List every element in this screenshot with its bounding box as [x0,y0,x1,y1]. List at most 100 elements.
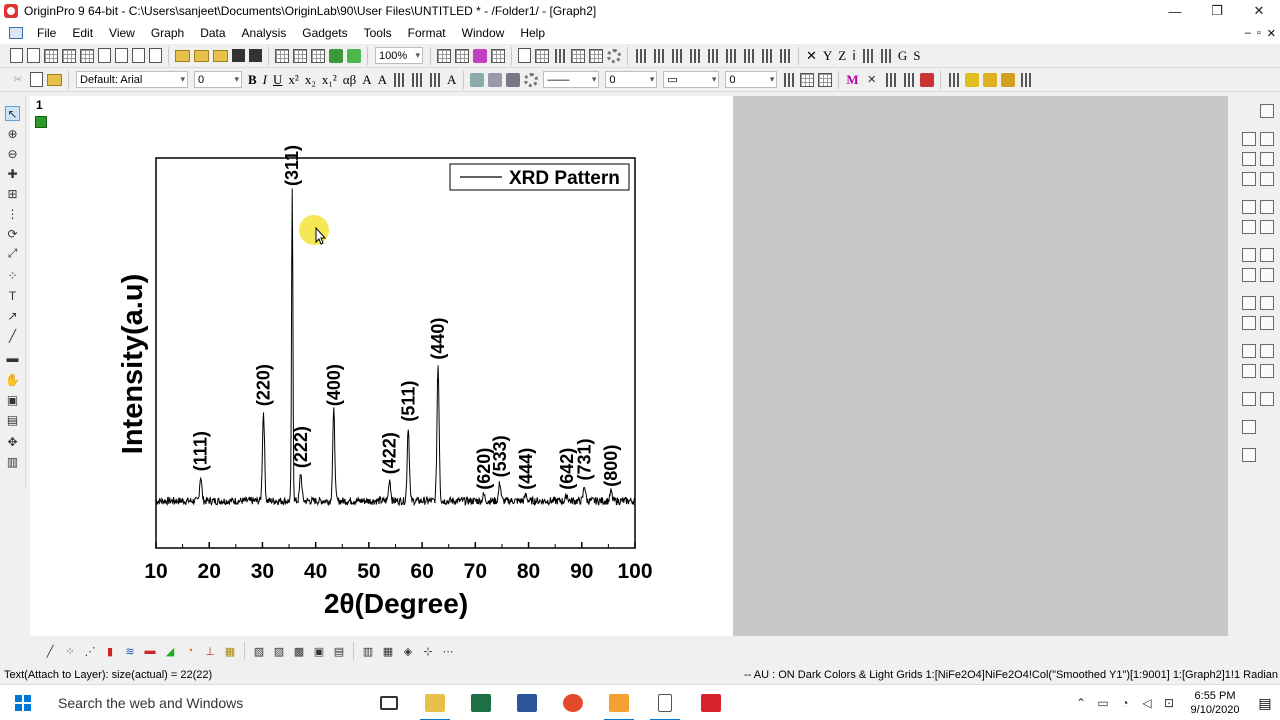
ime-icon[interactable]: ⊡ [1158,696,1180,710]
pattern-color-icon[interactable] [488,72,503,87]
line-symbol-graph-icon[interactable]: ⋰ [82,643,98,659]
set-error-icon[interactable]: ⅰ [852,48,856,64]
font-select[interactable]: Default: Arial [76,71,188,88]
swap-icon[interactable] [901,72,916,87]
ungroup-icon[interactable] [1018,72,1033,87]
color-scale-icon[interactable] [1260,316,1274,330]
peak-label[interactable]: (444) [516,448,536,490]
battery-icon[interactable]: ▭ [1092,696,1114,710]
add-table-icon[interactable] [1242,344,1256,358]
open-excel-icon[interactable] [213,49,228,62]
disable-mask-icon[interactable] [919,72,934,87]
italic-icon[interactable]: I [263,72,267,88]
menu-data[interactable]: Data [192,22,233,44]
break-icon[interactable] [1242,296,1256,310]
arrange-layers-icon[interactable] [1242,220,1256,234]
new-graph-icon[interactable] [80,48,94,63]
clock-icon[interactable] [1242,392,1256,406]
y-axis-label[interactable]: Intensity(a.u) [117,274,149,454]
mask-points-icon[interactable]: ▣ [5,392,20,407]
sup-sub-icon[interactable]: x₁² [322,72,337,88]
image-plot-icon[interactable]: ▥ [360,643,376,659]
smart-hint-icon[interactable] [589,48,603,63]
date-time-icon[interactable] [1260,344,1274,358]
border-style-select[interactable]: ▭ [663,71,720,88]
3d-surface-icon[interactable]: ▨ [271,643,287,659]
fill-color-icon[interactable] [470,72,485,87]
menu-help[interactable]: Help [512,22,553,44]
expand-icon[interactable] [1242,420,1256,434]
set-subject-icon[interactable]: S [913,48,920,64]
scatter-plot-icon[interactable] [724,48,738,63]
bar-graph-icon[interactable]: ▬ [142,643,158,659]
new-project-icon[interactable] [10,48,23,63]
peak-label[interactable]: (422) [380,432,400,474]
pie-chart-icon[interactable]: ◔ [182,643,198,659]
arrow-tool-icon[interactable]: ↗ [5,308,20,323]
new-excel-icon[interactable] [62,48,76,63]
new-legend-icon[interactable] [1242,316,1256,330]
taskbar-file-explorer[interactable] [412,685,458,720]
menu-format[interactable]: Format [400,22,454,44]
table-icon[interactable] [818,72,833,87]
mask-range-icon[interactable] [883,72,898,87]
merge-icon[interactable] [1242,200,1256,214]
underline-icon[interactable]: U [273,72,282,88]
align-left-icon[interactable] [392,72,407,87]
line-plot-icon[interactable] [706,48,720,63]
menu-graph[interactable]: Graph [143,22,192,44]
minimize-button[interactable]: — [1154,0,1196,22]
vector-plot-icon[interactable]: ◈ [400,643,416,659]
extract-icon[interactable] [1260,200,1274,214]
start-button[interactable] [0,685,46,720]
fit-page-icon[interactable] [1260,268,1274,282]
mdi-restore-button[interactable]: ▫ [1257,27,1261,39]
back-icon[interactable] [982,72,997,87]
contour-icon[interactable]: ▣ [311,643,327,659]
subscript-icon[interactable]: x₂ [305,72,316,88]
peak-label[interactable]: (511) [398,381,418,422]
decrease-font-icon[interactable]: A [378,72,387,88]
zoom-in-icon[interactable]: ⊕ [5,126,20,141]
peak-label[interactable]: (533) [490,435,510,477]
add-left-y-icon[interactable] [1242,152,1256,166]
import-icon[interactable] [275,48,289,63]
plot-menu-icon[interactable] [778,48,792,63]
set-group-icon[interactable]: G [898,48,907,64]
stat-graph-icon[interactable]: ⊥ [202,643,218,659]
taskbar-acrobat[interactable] [688,685,734,720]
peak-label[interactable]: (440) [428,318,448,360]
matrix-plot-icon[interactable]: ▤ [331,643,347,659]
increase-font-icon[interactable]: A [362,72,371,88]
front-icon[interactable] [964,72,979,87]
peak-label[interactable]: (111) [191,431,211,471]
line-style-select[interactable]: —— [543,71,600,88]
notifications-icon[interactable]: ▤ [1250,695,1280,712]
code-builder-icon[interactable] [473,48,487,63]
image-profile-icon[interactable]: ▦ [380,643,396,659]
layer-1-button[interactable]: 1 [36,98,43,112]
taskbar-origin[interactable] [550,685,596,720]
mdi-close-button[interactable]: ✕ [1267,27,1276,40]
project-explorer-icon[interactable] [535,48,549,63]
layer-grid-icon[interactable] [800,72,815,87]
scatter-graph-icon[interactable]: ⁘ [62,643,78,659]
legend[interactable]: XRD Pattern [449,163,630,191]
greek-icon[interactable]: αβ [343,72,356,88]
menu-file[interactable]: File [29,22,64,44]
set-column-values-icon[interactable] [688,48,702,63]
superscript-icon[interactable]: x² [288,72,298,88]
link-layers-icon[interactable] [1260,248,1274,262]
save-template-icon[interactable] [249,49,262,62]
filter-icon[interactable] [760,48,774,63]
set-label-icon[interactable] [860,48,875,63]
axis-break-icon[interactable] [1260,296,1274,310]
import-multiple-icon[interactable] [293,48,307,63]
screen-reader-icon[interactable]: ✚ [5,166,20,181]
scale-in-icon[interactable]: ⤢ [5,246,20,261]
taskbar-excel[interactable] [458,685,504,720]
open-template-icon[interactable] [194,49,209,62]
menu-view[interactable]: View [101,22,143,44]
3d-graph-icon[interactable]: ▧ [251,643,267,659]
peak-label[interactable]: (311) [282,145,302,186]
